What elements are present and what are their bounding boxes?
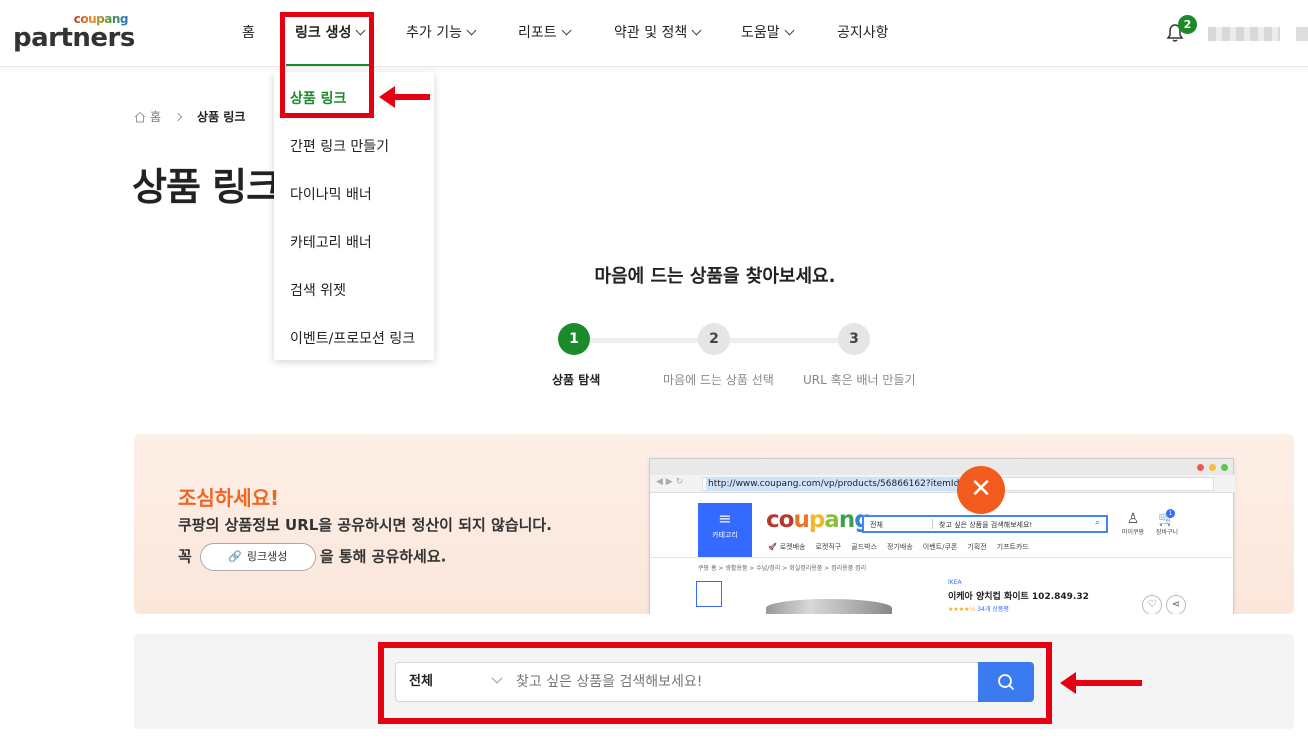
nav-label: 약관 및 정책	[614, 25, 688, 41]
step-1-circle: 1	[558, 323, 590, 355]
warning-title: 조심하세요!	[178, 486, 280, 510]
product-thumbnail	[696, 581, 722, 607]
search-icon: ⌕	[1094, 518, 1100, 528]
coupang-breadcrumb: 쿠팡 홈 > 생활용품 > 수납/정리 > 회실정리용품 > 정리용품 정리	[698, 565, 867, 572]
browser-url-text: http://www.coupang.com/vp/products/56866…	[706, 478, 962, 491]
warning-instruction: 꼭 🔗 링크생성 을 통해 공유하세요.	[178, 543, 446, 571]
category-label: 카테고리	[712, 531, 738, 539]
nav-item-terms-policy[interactable]: 약관 및 정책	[614, 0, 702, 66]
my-coupang: ♙ 마이쿠팡	[1122, 511, 1144, 536]
rating-count: 34개 상품평	[977, 606, 1009, 613]
home-icon[interactable]	[134, 111, 146, 123]
step-3-label: URL 혹은 배너 만들기	[803, 373, 916, 387]
logo-partners-text: partners	[13, 23, 135, 53]
nav-label: 공지사항	[837, 25, 889, 41]
coupang-nav-item: 로켓직구	[815, 543, 842, 551]
breadcrumb: 홈 상품 링크	[134, 108, 245, 125]
breadcrumb-home[interactable]: 홈	[150, 108, 161, 125]
red-arrow-icon	[379, 86, 430, 108]
nav-item-report[interactable]: 리포트	[518, 0, 572, 66]
notification-badge: 2	[1178, 15, 1197, 34]
step-2-label: 마음에 드는 상품 선택	[663, 373, 774, 387]
browser-chrome	[650, 459, 1233, 475]
chevron-right-icon	[173, 112, 183, 121]
chevron-down-icon	[691, 25, 702, 36]
warning-message: 쿠팡의 상품정보 URL을 공유하시면 정산이 되지 않습니다.	[178, 516, 552, 534]
dropdown-item-event-link[interactable]: 이벤트/프로모션 링크	[290, 328, 415, 348]
dropdown-item-quick-link[interactable]: 간편 링크 만들기	[290, 136, 389, 156]
nav-label: 도움말	[741, 25, 780, 41]
highlight-box-search	[378, 642, 1052, 724]
heart-icon: ♡	[1142, 595, 1162, 614]
nav-label: 추가 기능	[406, 25, 462, 41]
link-create-pill: 🔗 링크생성	[199, 543, 316, 571]
coupang-search-select: 전체	[870, 521, 883, 529]
window-dot-icon	[1209, 464, 1216, 471]
chevron-down-icon	[784, 25, 795, 36]
partners-logo[interactable]: coupang partners	[13, 12, 135, 53]
coupang-nav-item: 정기배송	[887, 543, 913, 551]
coupang-nav-item: 로켓배송	[779, 543, 806, 551]
nav-label: 리포트	[518, 25, 557, 41]
highlight-box-nav	[280, 12, 374, 118]
chevron-down-icon	[561, 25, 572, 36]
dropdown-item-category-banner[interactable]: 카테고리 배너	[290, 232, 372, 252]
warning-banner: 조심하세요! 쿠팡의 상품정보 URL을 공유하시면 정산이 되지 않습니다. …	[134, 434, 1294, 614]
product-rating: ★★★★½ 34개 상품평	[948, 604, 1009, 613]
user-name-blurred[interactable]	[1208, 27, 1280, 41]
top-navigation-bar: coupang partners 홈 링크 생성 추가 기능 리포트 약관 및 …	[0, 0, 1308, 67]
close-x-icon: ✕	[957, 466, 1005, 514]
cart-label: 장바구니	[1156, 529, 1179, 536]
rating-stars: ★★★★½	[948, 606, 976, 613]
step-1-label: 상품 탐색	[552, 373, 601, 387]
warning-prefix: 꼭	[178, 547, 192, 566]
coupang-search-bar: 전체 찾고 싶은 상품을 검색해보세요! ⌕	[862, 515, 1108, 533]
window-dot-icon	[1221, 464, 1228, 471]
nav-item-home[interactable]: 홈	[242, 0, 255, 66]
product-image	[766, 599, 892, 614]
steps-heading: 마음에 드는 상품을 찾아보세요.	[594, 266, 836, 287]
chevron-down-icon	[466, 25, 477, 36]
nav-item-notices[interactable]: 공지사항	[837, 0, 889, 66]
page-title: 상품 링크	[132, 165, 281, 209]
divider	[650, 557, 1235, 558]
nav-item-help[interactable]: 도움말	[741, 0, 795, 66]
coupang-search-placeholder: 찾고 싶은 상품을 검색해보세요!	[939, 521, 1033, 529]
coupang-nav: 🚀 로켓배송 로켓직구 골드박스 정기배송 이벤트/쿠폰 기획전 기프트카드	[768, 542, 1039, 552]
link-icon: 🔗	[228, 550, 242, 563]
my-coupang-label: 마이쿠팡	[1122, 529, 1145, 536]
breadcrumb-current: 상품 링크	[197, 110, 246, 124]
divider	[932, 519, 933, 529]
pill-label: 링크생성	[246, 550, 288, 563]
product-brand: IKEA	[948, 579, 962, 586]
dropdown-item-dynamic-banner[interactable]: 다이나믹 배너	[290, 184, 372, 204]
step-3-circle: 3	[838, 323, 870, 355]
coupang-nav-item: 이벤트/쿠폰	[922, 543, 958, 551]
user-menu-blurred[interactable]	[1296, 27, 1308, 41]
share-icon: ⋖	[1166, 595, 1186, 614]
red-arrow-icon	[1060, 672, 1142, 694]
browser-illustration: ◀ ▶ ↻ http://www.coupang.com/vp/products…	[649, 458, 1235, 614]
product-name: 이케아 양치컵 화이트 102.849.32	[948, 592, 1089, 602]
browser-nav-arrows-icon: ◀ ▶ ↻	[656, 477, 684, 487]
category-menu-icon: ≡ 카테고리	[698, 503, 752, 557]
step-2-circle: 2	[698, 323, 730, 355]
cart: 🛒 장바구니 1	[1156, 509, 1179, 536]
window-dot-icon	[1197, 464, 1204, 471]
coupang-nav-item: 골드박스	[851, 543, 878, 551]
coupang-logo: coupang	[766, 507, 871, 533]
user-icon: ♙	[1126, 511, 1140, 527]
rocket-icon: 🚀	[768, 543, 777, 551]
browser-url-bar: ◀ ▶ ↻ http://www.coupang.com/vp/products…	[650, 475, 1235, 493]
dropdown-item-search-widget[interactable]: 검색 위젯	[290, 280, 346, 300]
nav-label: 홈	[242, 25, 255, 41]
coupang-nav-item: 기프트카드	[996, 543, 1029, 551]
nav-item-extra-features[interactable]: 추가 기능	[406, 0, 477, 66]
cart-count-badge: 1	[1166, 509, 1175, 518]
warning-suffix: 을 통해 공유하세요.	[319, 547, 447, 566]
coupang-nav-item: 기획전	[967, 543, 987, 551]
